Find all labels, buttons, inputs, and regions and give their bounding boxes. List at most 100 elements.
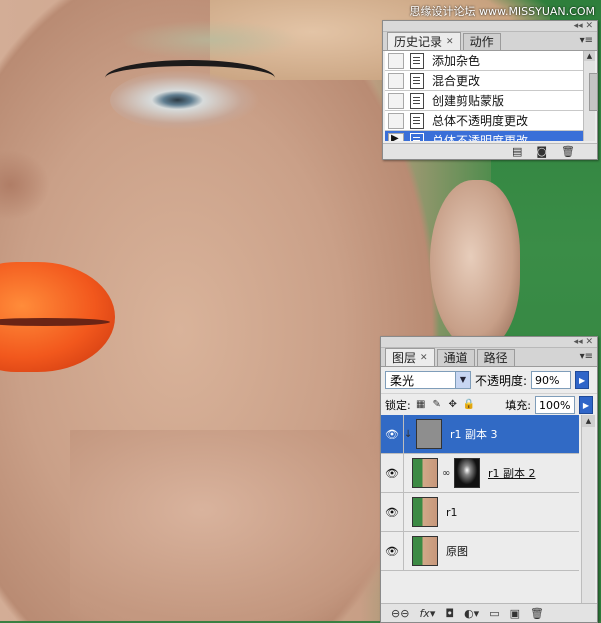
fill-value: 100%: [539, 398, 571, 412]
eye-icon[interactable]: 👁: [381, 415, 404, 453]
scroll-up-icon[interactable]: ▲: [584, 51, 595, 61]
history-source-marker[interactable]: [388, 132, 404, 141]
layer-mask-thumbnail[interactable]: [454, 458, 480, 488]
layer-thumbnail: [416, 419, 442, 449]
blend-mode-value: 柔光: [390, 373, 415, 388]
tab-channels[interactable]: 通道: [436, 349, 475, 366]
close-icon[interactable]: ✕: [446, 34, 454, 50]
tab-layers-label: 图层: [392, 350, 417, 365]
history-item-label: 总体不透明度更改: [432, 114, 529, 128]
layers-scrollbar[interactable]: ▲: [581, 415, 595, 603]
fill-label: 填充:: [505, 399, 531, 412]
opacity-field[interactable]: 90%: [531, 371, 572, 389]
camera-icon[interactable]: ◙: [536, 145, 547, 158]
snapshot-checkbox[interactable]: [388, 112, 404, 129]
eyelashes: [105, 60, 275, 96]
layers-panel: ◂◂ ✕ 图层 ✕ 通道 路径 ▾≡ 柔光 ▼ 不透明度: 90% ▶ 锁定: …: [380, 336, 598, 623]
layers-list: 👁 ↓ r1 副本 3 👁 ∞ r1 副本 2 👁 r1 👁 原图: [381, 415, 579, 603]
history-item-label: 混合更改: [432, 74, 481, 88]
history-item[interactable]: 混合更改: [385, 71, 583, 91]
lips: [0, 262, 115, 372]
layers-titlebar[interactable]: ◂◂ ✕: [381, 337, 597, 348]
new-document-icon[interactable]: ▤: [512, 145, 522, 158]
history-item[interactable]: 创建剪贴蒙版: [385, 91, 583, 111]
eye-shadow: [120, 20, 300, 60]
opacity-label: 不透明度:: [475, 373, 528, 388]
watermark: 思缘设计论坛 www.MISSYUAN.COM: [409, 5, 595, 18]
panel-menu-icon[interactable]: ▾≡: [580, 351, 593, 362]
history-item-selected[interactable]: 总体不透明度更改: [385, 131, 583, 141]
fill-slider-arrow[interactable]: ▶: [579, 396, 593, 414]
tab-layers[interactable]: 图层 ✕: [385, 348, 435, 366]
lock-all-icon[interactable]: 🔒: [463, 399, 475, 411]
fill-field[interactable]: 100%: [535, 396, 575, 414]
panel-window-buttons[interactable]: ◂◂ ✕: [574, 337, 593, 347]
lock-label: 锁定:: [385, 399, 411, 412]
blend-mode-select[interactable]: 柔光 ▼: [385, 371, 471, 389]
scroll-thumb[interactable]: [589, 73, 598, 111]
layer-name: r1 副本 2: [488, 467, 536, 480]
snapshot-checkbox[interactable]: [388, 52, 404, 69]
history-item-label: 添加杂色: [432, 54, 481, 68]
lock-move-icon[interactable]: ✥: [447, 399, 459, 411]
new-layer-icon[interactable]: ▣: [510, 607, 520, 620]
eye-icon[interactable]: 👁: [381, 532, 404, 570]
history-titlebar[interactable]: ◂◂ ✕: [383, 21, 597, 32]
blend-row: 柔光 ▼ 不透明度: 90% ▶: [381, 367, 597, 393]
group-icon[interactable]: ▭: [489, 607, 499, 620]
neck: [70, 430, 400, 621]
trash-icon[interactable]: 🗑: [561, 145, 575, 158]
panel-window-buttons[interactable]: ◂◂ ✕: [574, 21, 593, 31]
history-item[interactable]: 总体不透明度更改: [385, 111, 583, 131]
tab-history-label: 历史记录: [394, 34, 443, 49]
tab-paths-label: 路径: [483, 351, 508, 365]
eye-icon[interactable]: 👁: [381, 454, 404, 492]
clip-arrow-icon: ↓: [404, 428, 413, 440]
history-panel: ◂◂ ✕ 历史记录 ✕ 动作 ▾≡ 添加杂色 混合更改 创建剪贴蒙版 总体不透明…: [382, 20, 598, 160]
opacity-value: 90%: [535, 373, 560, 387]
nose-shadow: [0, 150, 50, 220]
layer-row[interactable]: 👁 ∞ r1 副本 2: [381, 454, 579, 493]
close-icon[interactable]: ✕: [420, 350, 428, 366]
chevron-down-icon[interactable]: ▼: [455, 372, 470, 388]
layer-name: 原图: [446, 545, 468, 558]
layer-thumbnail: [412, 497, 438, 527]
fx-icon[interactable]: fx▾: [419, 607, 435, 620]
panel-menu-icon[interactable]: ▾≡: [580, 35, 593, 46]
trash-icon[interactable]: 🗑: [530, 607, 544, 620]
layer-row[interactable]: 👁 r1: [381, 493, 579, 532]
lock-brush-icon[interactable]: ✎: [431, 399, 443, 411]
history-state-icon: [410, 112, 424, 129]
history-state-icon: [410, 52, 424, 69]
layer-row[interactable]: 👁 原图: [381, 532, 579, 571]
layer-thumbnail: [412, 458, 438, 488]
tab-actions-label: 动作: [469, 35, 494, 49]
history-list: 添加杂色 混合更改 创建剪贴蒙版 总体不透明度更改 总体不透明度更改: [385, 51, 583, 141]
opacity-slider-arrow[interactable]: ▶: [575, 371, 590, 389]
history-state-icon: [410, 92, 424, 109]
history-state-icon: [410, 72, 424, 89]
layers-footer: ⊖⊖ fx▾ ◘ ◐▾ ▭ ▣ 🗑: [381, 603, 597, 622]
adjustment-icon[interactable]: ◐▾: [464, 607, 479, 620]
lock-transparent-icon[interactable]: ▦: [415, 399, 427, 411]
tab-actions[interactable]: 动作: [462, 33, 501, 50]
eye-icon[interactable]: 👁: [381, 493, 404, 531]
snapshot-checkbox[interactable]: [388, 72, 404, 89]
history-scrollbar[interactable]: ▲: [583, 51, 598, 141]
layers-tabs: 图层 ✕ 通道 路径 ▾≡: [381, 348, 597, 367]
link-icon[interactable]: ⊖⊖: [391, 607, 409, 620]
history-footer: ▤ ◙ 🗑: [383, 143, 597, 159]
chain-link-icon[interactable]: ∞: [442, 468, 450, 479]
history-item-label: 创建剪贴蒙版: [432, 94, 505, 108]
scroll-up-icon[interactable]: ▲: [582, 415, 595, 427]
layer-row-selected[interactable]: 👁 ↓ r1 副本 3: [381, 415, 579, 454]
tab-history[interactable]: 历史记录 ✕: [387, 32, 461, 50]
mask-icon[interactable]: ◘: [445, 607, 454, 620]
history-item-label: 总体不透明度更改: [432, 134, 529, 141]
history-tabs: 历史记录 ✕ 动作 ▾≡: [383, 32, 597, 51]
layer-thumbnail: [412, 536, 438, 566]
snapshot-checkbox[interactable]: [388, 92, 404, 109]
layer-name: r1 副本 3: [450, 428, 498, 441]
history-item[interactable]: 添加杂色: [385, 51, 583, 71]
tab-paths[interactable]: 路径: [476, 349, 515, 366]
